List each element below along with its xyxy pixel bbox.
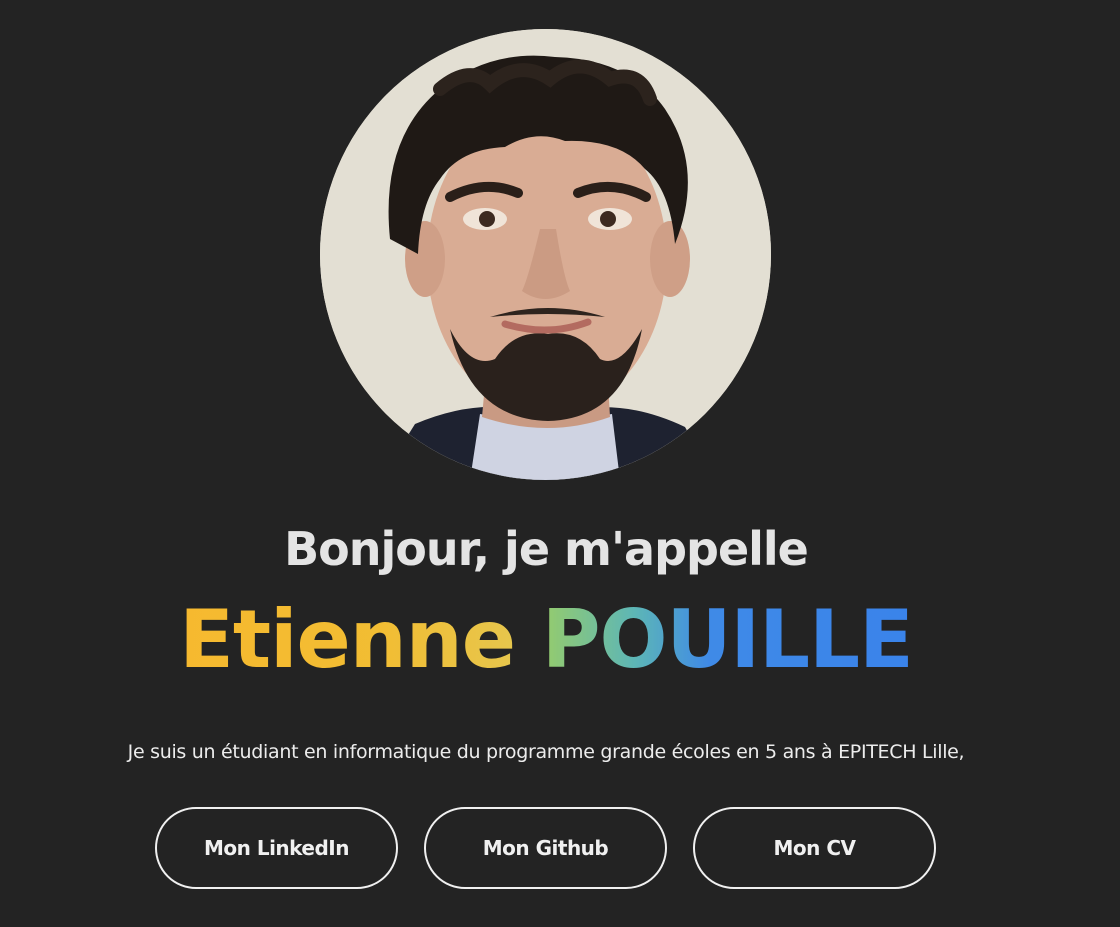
greeting-text: Bonjour, je m'appelle bbox=[284, 522, 809, 576]
first-name: Etienne bbox=[179, 593, 516, 686]
full-name-heading: Etienne POUILLE bbox=[0, 590, 1092, 690]
cv-button[interactable]: Mon CV bbox=[693, 807, 936, 889]
bio-text: Je suis un étudiant en informatique du p… bbox=[127, 741, 965, 763]
page: Bonjour, je m'appelle Etienne POUILLE Je… bbox=[0, 0, 1120, 927]
github-button[interactable]: Mon Github bbox=[424, 807, 667, 889]
last-name: POUILLE bbox=[541, 593, 914, 686]
profile-photo-illustration bbox=[320, 29, 771, 480]
profile-photo bbox=[320, 29, 771, 480]
linkedin-button[interactable]: Mon LinkedIn bbox=[155, 807, 398, 889]
